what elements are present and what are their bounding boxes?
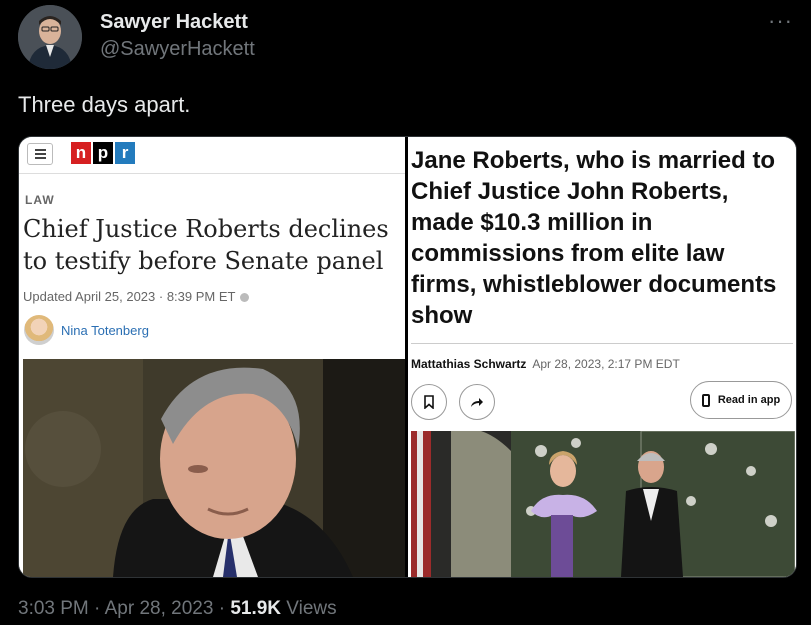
article-byline: Mattathias Schwartz Apr 28, 2023, 2:17 PM… bbox=[411, 357, 680, 371]
tweet-date[interactable]: Apr 28, 2023 bbox=[105, 598, 214, 619]
author-photo bbox=[24, 315, 54, 345]
share-button bbox=[459, 384, 495, 420]
article-headline: Jane Roberts, who is married to Chief Ju… bbox=[411, 147, 777, 329]
author-handle[interactable]: @SawyerHackett bbox=[100, 38, 255, 61]
roberts-couple-photo bbox=[411, 431, 795, 577]
tweet-time[interactable]: 3:03 PM bbox=[18, 598, 89, 619]
article-date: Apr 28, 2023, 2:17 PM EDT bbox=[532, 357, 680, 371]
article-author: Mattathias Schwartz bbox=[411, 357, 527, 371]
divider bbox=[19, 173, 405, 174]
tweet-meta: 3:03 PM · Apr 28, 2023 · 51.9K Views bbox=[18, 598, 337, 620]
section-label: LAW bbox=[25, 193, 55, 207]
views-count: 51.9K bbox=[230, 598, 282, 619]
views-label: Views bbox=[286, 598, 337, 619]
roberts-photo bbox=[23, 359, 405, 577]
more-options-icon[interactable]: ··· bbox=[768, 8, 793, 34]
phone-icon bbox=[701, 393, 710, 407]
bookmark-button bbox=[411, 384, 447, 420]
npr-headline: Chief Justice Roberts declines to testif… bbox=[23, 215, 389, 275]
npr-logo: n p r bbox=[71, 142, 135, 164]
npr-author: Nina Totenberg bbox=[61, 323, 149, 338]
info-icon bbox=[240, 293, 250, 303]
author-name[interactable]: Sawyer Hackett bbox=[100, 11, 248, 34]
updated-timestamp: Updated April 25, 2023 · 8:39 PM ET bbox=[23, 289, 250, 304]
meta-separator: · bbox=[94, 598, 101, 619]
couple-photo-image bbox=[411, 431, 795, 577]
npr-logo-letter: r bbox=[115, 142, 135, 164]
divider bbox=[411, 343, 793, 344]
npr-logo-letter: p bbox=[93, 142, 113, 164]
tweet-media[interactable]: n p r LAW Chief Justice Roberts declines… bbox=[18, 136, 797, 578]
author-avatar[interactable] bbox=[18, 5, 82, 69]
updated-text: Updated April 25, 2023 · 8:39 PM ET bbox=[23, 289, 236, 304]
share-icon bbox=[471, 398, 483, 407]
article-screenshot: Jane Roberts, who is married to Chief Ju… bbox=[408, 137, 796, 577]
menu-icon bbox=[27, 143, 53, 165]
meta-separator: · bbox=[218, 598, 226, 619]
read-in-app-button: Read in app bbox=[690, 381, 792, 419]
npr-screenshot: n p r LAW Chief Justice Roberts declines… bbox=[19, 137, 405, 577]
read-in-app-label: Read in app bbox=[717, 394, 781, 406]
bookmark-icon bbox=[424, 395, 434, 409]
avatar-image bbox=[18, 5, 82, 69]
npr-logo-letter: n bbox=[71, 142, 91, 164]
tweet-text: Three days apart. bbox=[18, 92, 191, 117]
roberts-photo-image bbox=[23, 359, 405, 577]
